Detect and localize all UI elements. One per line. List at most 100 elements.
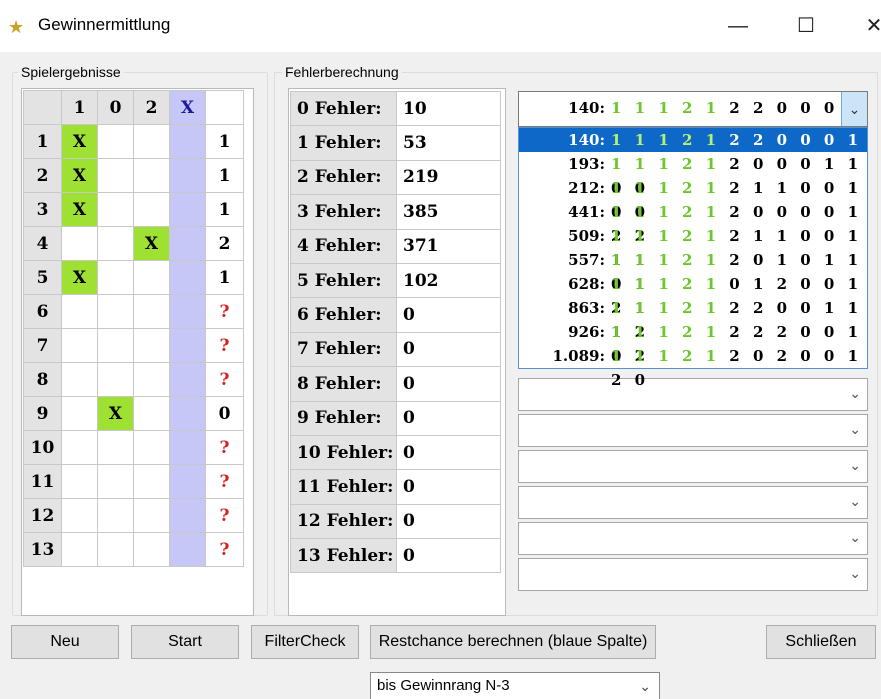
fehler-label: 11 Fehler: (290, 469, 397, 505)
fehler-value: 0 (396, 366, 501, 402)
dropdown-item[interactable]: 441: 1 1 1 2 1 2 0 0 0 0 1 2 2 (519, 200, 867, 245)
cell-result: ? (205, 362, 244, 397)
fehler-label: 0 Fehler: (290, 90, 397, 127)
cell-2[interactable] (133, 328, 170, 363)
cell-2[interactable] (133, 498, 170, 533)
cell-2[interactable] (133, 294, 170, 329)
cell-1[interactable] (61, 294, 98, 329)
table-row: 6 Fehler: 0 (290, 297, 501, 333)
dropdown-item[interactable]: 1.089: 1 1 1 2 1 2 0 2 0 0 1 2 0 (519, 344, 867, 389)
chevron-down-icon[interactable]: ⌄ (841, 92, 867, 126)
table-row: 10 Fehler: 0 (290, 434, 501, 471)
start-button[interactable]: Start (131, 625, 239, 659)
cell-1[interactable]: X (61, 124, 98, 159)
fehler-label: 7 Fehler: (290, 331, 397, 368)
table-row: 2X 1 (23, 158, 244, 193)
cell-0[interactable] (97, 498, 134, 533)
cell-2[interactable]: X (133, 226, 170, 261)
cell-x (169, 430, 206, 465)
restchance-button[interactable]: Restchance berechnen (blaue Spalte) (370, 625, 656, 659)
cell-0[interactable] (97, 124, 134, 159)
cell-1[interactable]: X (61, 192, 98, 227)
dropdown-item[interactable]: 140: 1 1 1 2 1 2 2 0 0 0 1 1 0 (519, 128, 867, 173)
cell-0[interactable] (97, 260, 134, 295)
neu-button[interactable]: Neu (11, 625, 119, 659)
cell-result: 1 (205, 124, 244, 159)
cell-0[interactable] (97, 532, 134, 567)
cell-result: ? (205, 498, 244, 533)
cell-2[interactable] (133, 464, 170, 499)
item-number: 926: (568, 323, 605, 341)
item-digits-green: 1 1 1 2 1 (611, 275, 721, 293)
chevron-down-icon: ⌄ (849, 421, 861, 437)
dropdown-item[interactable]: 212: 1 1 1 2 1 2 1 1 0 0 1 0 0 (519, 176, 867, 221)
item-number: 509: (568, 227, 605, 245)
cell-0[interactable]: X (97, 396, 134, 431)
cell-1[interactable] (61, 430, 98, 465)
maximize-button[interactable]: ☐ (786, 12, 826, 40)
cell-0[interactable] (97, 464, 134, 499)
item-number: 628: (568, 275, 605, 293)
cell-1[interactable] (61, 532, 98, 567)
result-combobox-6[interactable]: ⌄ (518, 522, 868, 555)
result-combobox-4[interactable]: ⌄ (518, 450, 868, 483)
cell-x (169, 124, 206, 159)
cell-2[interactable] (133, 430, 170, 465)
cell-1[interactable] (61, 362, 98, 397)
cell-2[interactable] (133, 158, 170, 193)
cell-2[interactable] (133, 260, 170, 295)
fehler-value: 0 (396, 538, 501, 574)
cell-1[interactable]: X (61, 158, 98, 193)
result-combobox[interactable]: 140: 1 1 1 2 1 2 2 0 0 0 1 1 0 ⌄ (518, 91, 868, 149)
table-row: 9 Fehler: 0 (290, 400, 501, 436)
cell-0[interactable] (97, 192, 134, 227)
cell-x (169, 328, 206, 363)
fehler-value: 0 (396, 434, 501, 471)
result-combobox-5[interactable]: ⌄ (518, 486, 868, 519)
dropdown-item[interactable]: 926: 1 1 1 2 1 2 2 2 0 0 1 0 2 (519, 320, 867, 365)
cell-0[interactable] (97, 328, 134, 363)
dropdown-item[interactable]: 509: 1 1 1 2 1 2 1 1 0 0 1 1 1 (519, 224, 867, 269)
fehler-value: 0 (396, 503, 501, 540)
chevron-down-icon: ⌄ (849, 529, 861, 545)
cell-1[interactable] (61, 498, 98, 533)
cell-1[interactable] (61, 226, 98, 261)
cell-x (169, 362, 206, 397)
cell-0[interactable] (97, 362, 134, 397)
dropdown-item[interactable]: 557: 1 1 1 2 1 2 0 1 0 1 1 0 1 (519, 248, 867, 293)
filtercheck-button[interactable]: FilterCheck (251, 625, 359, 659)
cell-2[interactable] (133, 396, 170, 431)
dropdown-item[interactable]: 193: 1 1 1 2 1 2 0 0 0 1 1 0 0 (519, 152, 867, 197)
cell-2[interactable] (133, 192, 170, 227)
cell-0[interactable] (97, 158, 134, 193)
column-header-2: 2 (133, 90, 170, 125)
gewinnrang-select[interactable]: bis Gewinnrang N-3 ⌄ (370, 672, 660, 699)
item-number: 212: (568, 179, 605, 197)
item-digits-green: 1 1 1 2 1 (611, 299, 721, 317)
cell-1[interactable]: X (61, 260, 98, 295)
result-combobox-7[interactable]: ⌄ (518, 558, 868, 591)
cell-1[interactable] (61, 328, 98, 363)
cell-0[interactable] (97, 430, 134, 465)
cell-1[interactable] (61, 464, 98, 499)
fehler-label: 12 Fehler: (290, 503, 397, 540)
cell-2[interactable] (133, 362, 170, 397)
cell-2[interactable] (133, 532, 170, 567)
result-combobox-3[interactable]: ⌄ (518, 414, 868, 447)
fehler-value: 53 (396, 125, 501, 161)
item-digits-green: 1 1 1 2 1 (611, 179, 721, 197)
table-row: 6? (23, 294, 244, 329)
schliessen-button[interactable]: Schließen (766, 625, 876, 659)
cell-1[interactable] (61, 396, 98, 431)
item-number: 1.089: (552, 347, 605, 365)
minimize-button[interactable]: — (718, 12, 758, 40)
dropdown-item[interactable]: 863: 1 1 1 2 1 2 2 0 0 1 1 1 2 (519, 296, 867, 341)
column-header-1: 1 (61, 90, 98, 125)
cell-2[interactable] (133, 124, 170, 159)
table-row: 2 Fehler: 219 (290, 159, 501, 196)
close-button[interactable]: ✕ (854, 12, 881, 40)
spielergebnisse-table: 1 0 2 X 1 X 1 2 X 1 3 X 1 4 X 2 5 X 1 6? 7? 8? 9 X 0 10? 11? 12… (23, 90, 244, 567)
cell-0[interactable] (97, 226, 134, 261)
cell-0[interactable] (97, 294, 134, 329)
dropdown-item[interactable]: 628: 1 1 1 2 1 0 1 2 0 0 1 2 1 (519, 272, 867, 317)
